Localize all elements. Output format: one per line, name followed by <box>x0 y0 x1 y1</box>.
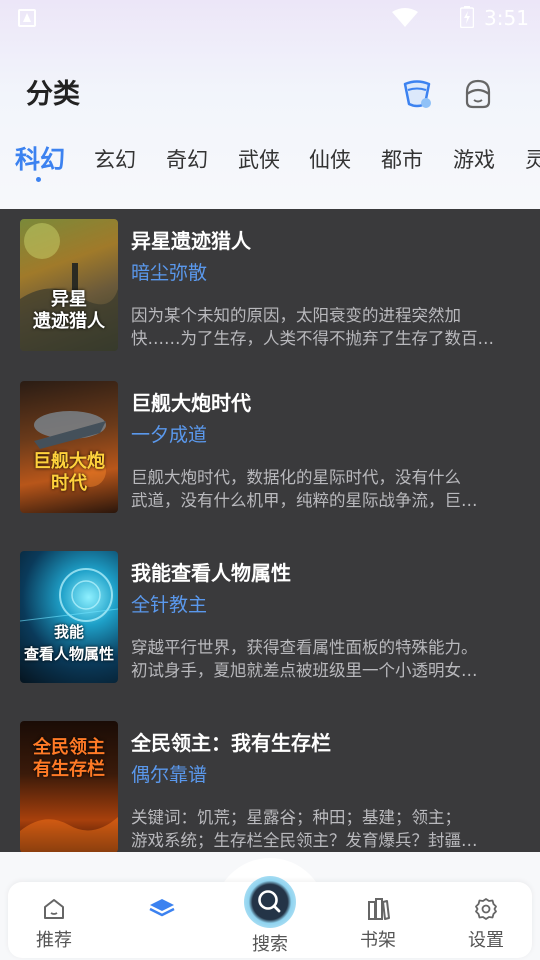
book-cover[interactable]: 巨舰大炮 时代 <box>20 381 118 513</box>
active-tab-indicator <box>36 177 41 182</box>
nav-category[interactable] <box>122 896 202 922</box>
tab-xuanhuan[interactable]: 玄幻 <box>94 144 136 174</box>
book-item[interactable]: 异星 遗迹猎人 异星遗迹猎人 暗尘弥散 因为某个未知的原因，太阳衰变的进程突然加 … <box>0 209 540 379</box>
battery-icon <box>460 6 474 28</box>
search-button[interactable] <box>244 876 296 928</box>
status-time: 3:51 <box>484 6 529 30</box>
book-item[interactable]: 我能 查看人物属性 我能查看人物属性 全针教主 穿越平行世界，获得查看属性面板的特… <box>0 541 540 711</box>
book-item[interactable]: 全民领主 有生存栏 全民领主：我有生存栏 偶尔靠谱 关键词：饥荒；星露谷；种田；基… <box>0 711 540 852</box>
nav-search-label[interactable]: 搜索 <box>230 930 310 956</box>
status-bar: 3:51 <box>0 0 540 36</box>
book-title: 我能查看人物属性 <box>131 561 291 585</box>
book-description: 因为某个未知的原因，太阳衰变的进程突然加 快……为了生存，人类不得不抛弃了生存了… <box>131 306 494 348</box>
tab-ling[interactable]: 灵 <box>525 144 540 174</box>
wifi-icon <box>392 8 418 27</box>
book-cover[interactable]: 异星 遗迹猎人 <box>20 219 118 351</box>
nav-bookshelf-label: 书架 <box>360 930 396 951</box>
cover-title-art: 全民领主 有生存栏 <box>33 737 105 780</box>
bookshelf-icon <box>368 898 390 920</box>
cover-title-art: 我能 查看人物属性 <box>23 623 114 663</box>
layers-icon <box>149 899 175 917</box>
book-list[interactable]: 异星 遗迹猎人 异星遗迹猎人 暗尘弥散 因为某个未知的原因，太阳衰变的进程突然加 … <box>0 209 540 852</box>
book-description: 穿越平行世界，获得查看属性面板的特殊能力。 初试身手，夏旭就差点被班级里一个小透… <box>131 638 478 680</box>
book-cover[interactable]: 全民领主 有生存栏 <box>20 721 118 852</box>
book-item[interactable]: 巨舰大炮 时代 巨舰大炮时代 一夕成道 巨舰大炮时代，数据化的星际时代，没有什么 … <box>0 371 540 541</box>
book-cover[interactable]: 我能 查看人物属性 <box>20 551 118 683</box>
cover-title-art: 异星 遗迹猎人 <box>33 289 105 332</box>
cover-title-art: 巨舰大炮 时代 <box>33 451 105 494</box>
tab-xianxia[interactable]: 仙侠 <box>309 144 351 174</box>
nav-settings-label: 设置 <box>468 930 504 951</box>
nav-bookshelf[interactable]: 书架 <box>338 896 418 952</box>
gear-icon <box>475 898 497 920</box>
nav-recommend[interactable]: 推荐 <box>14 896 94 952</box>
book-title: 巨舰大炮时代 <box>131 391 251 415</box>
tab-scifi[interactable]: 科幻 <box>15 140 65 176</box>
book-description: 巨舰大炮时代，数据化的星际时代，没有什么 武道，没有什么机甲，纯粹的星际战争流，… <box>131 468 478 510</box>
book-author: 一夕成道 <box>131 424 208 446</box>
book-author: 偶尔靠谱 <box>131 764 208 786</box>
page-title: 分类 <box>26 79 80 110</box>
search-icon <box>258 890 281 913</box>
book-title: 全民领主：我有生存栏 <box>131 731 331 755</box>
header-area: 3:51 分类 科幻 玄幻 奇幻 武侠 仙侠 都市 游戏 灵 <box>0 0 540 209</box>
face-icon[interactable] <box>464 78 492 110</box>
cup-icon[interactable] <box>402 78 432 110</box>
category-tabs: 科幻 玄幻 奇幻 武侠 仙侠 都市 游戏 灵 <box>0 140 540 184</box>
tab-urban[interactable]: 都市 <box>381 144 423 174</box>
nav-recommend-label: 推荐 <box>36 930 72 951</box>
tab-fantasy[interactable]: 奇幻 <box>166 144 208 174</box>
nav-settings[interactable]: 设置 <box>446 896 526 952</box>
book-author: 全针教主 <box>131 594 208 616</box>
bottom-nav-bar: 推荐 搜索 书架 设置 <box>0 852 540 960</box>
home-icon <box>44 899 64 919</box>
book-description: 关键词：饥荒；星露谷；种田；基建；领主； 游戏系统；生存栏全民领主？发育爆兵？封… <box>131 808 478 850</box>
tab-wuxia[interactable]: 武侠 <box>238 144 280 174</box>
tab-game[interactable]: 游戏 <box>453 144 495 174</box>
app-notification-icon <box>18 9 36 27</box>
book-title: 异星遗迹猎人 <box>131 229 251 253</box>
book-author: 暗尘弥散 <box>131 262 208 284</box>
